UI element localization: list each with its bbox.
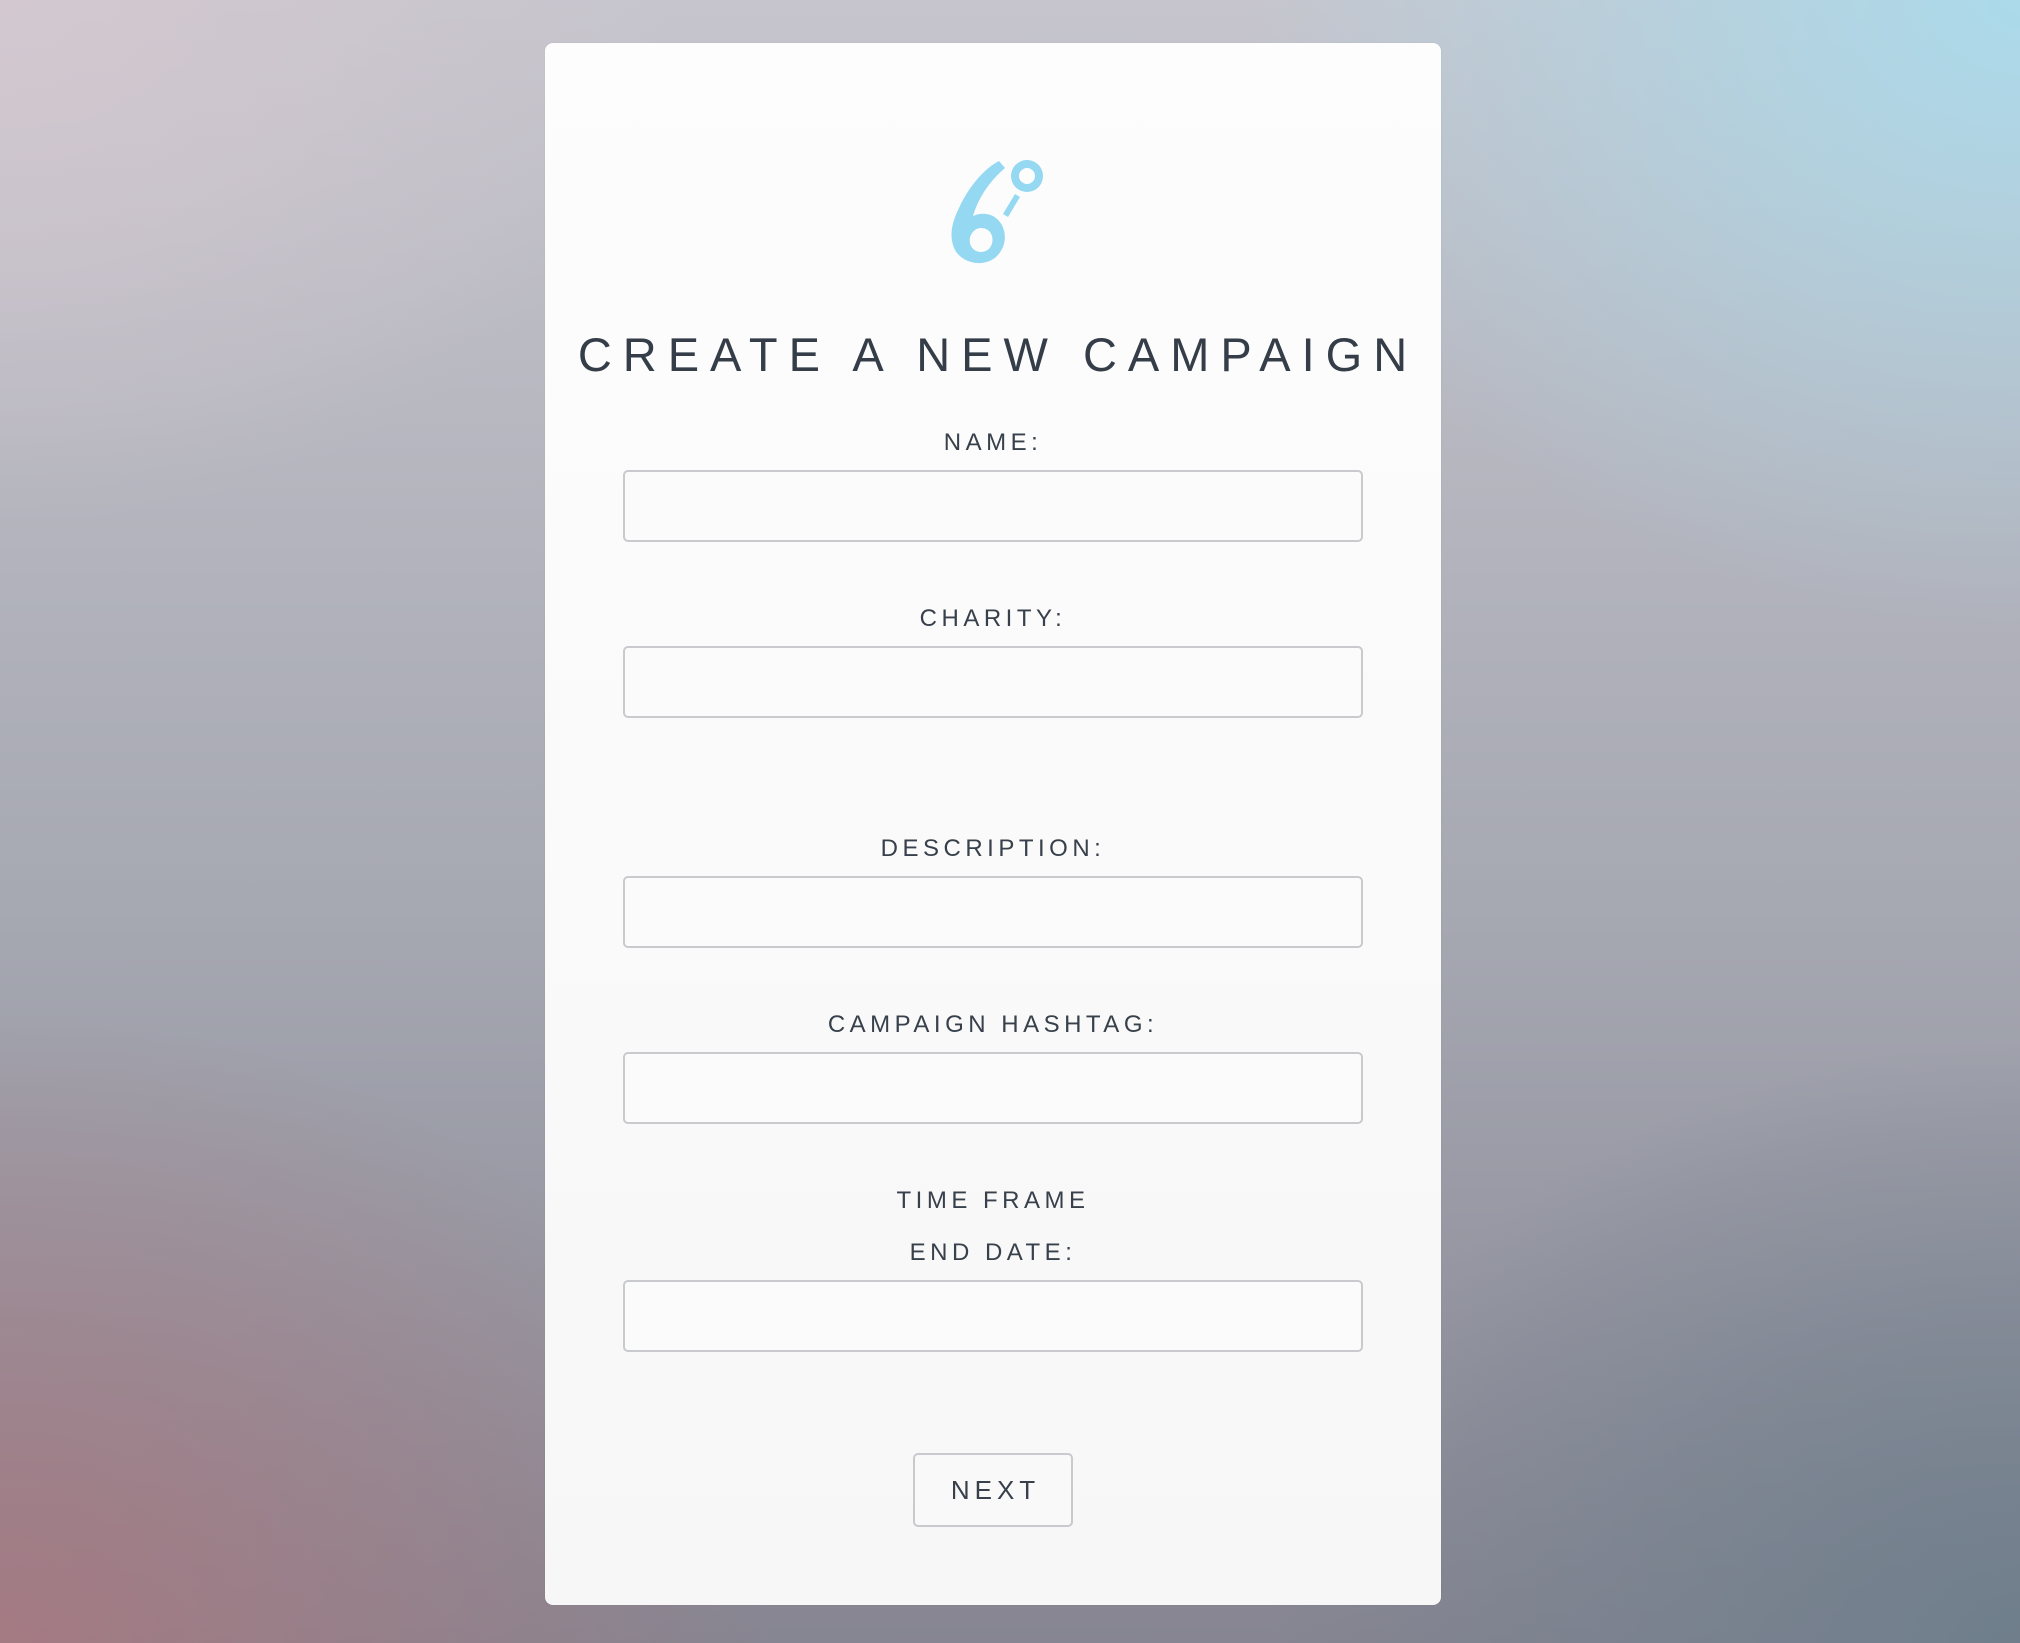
next-button[interactable]: NEXT	[913, 1453, 1073, 1527]
description-input[interactable]	[623, 876, 1363, 948]
description-label: DESCRIPTION:	[880, 835, 1106, 862]
six-degrees-logo-icon	[951, 160, 1043, 264]
charity-label: CHARITY:	[919, 605, 1067, 632]
create-campaign-card: CREATE A NEW CAMPAIGN NAME: CHARITY: DES…	[545, 43, 1441, 1605]
page-title: CREATE A NEW CAMPAIGN	[577, 328, 1419, 381]
end-date-input[interactable]	[623, 1280, 1363, 1352]
time-frame-label: TIME FRAME	[896, 1187, 1090, 1214]
end-date-label: END DATE:	[909, 1239, 1077, 1266]
name-input[interactable]	[623, 470, 1363, 542]
campaign-hashtag-label: CAMPAIGN HASHTAG:	[827, 1011, 1159, 1038]
name-label: NAME:	[943, 429, 1043, 456]
campaign-hashtag-input[interactable]	[623, 1052, 1363, 1124]
charity-input[interactable]	[623, 646, 1363, 718]
